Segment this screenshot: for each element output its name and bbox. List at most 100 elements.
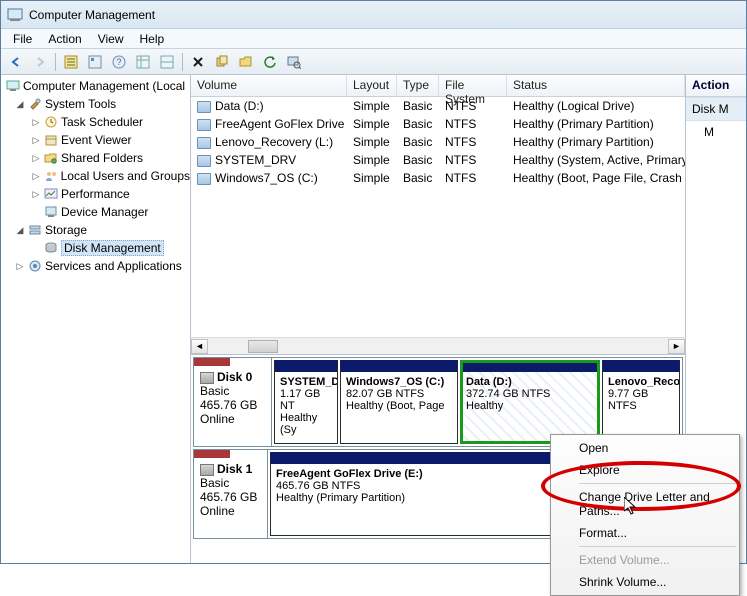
tree-storage[interactable]: ◢ Storage — [1, 221, 190, 239]
tree-device-manager[interactable]: ▷ Device Manager — [1, 203, 190, 221]
collapse-icon[interactable]: ◢ — [15, 99, 25, 110]
tree-system-tools[interactable]: ◢ System Tools — [1, 95, 190, 113]
view-button-1[interactable] — [132, 51, 154, 73]
disk-icon — [200, 464, 214, 476]
partition-status: Healthy (Boot, Page — [346, 400, 452, 412]
partition-size: 82.07 GB NTFS — [346, 388, 452, 400]
scroll-right-button[interactable]: ► — [668, 339, 685, 354]
clock-icon — [43, 114, 59, 130]
volume-name: Lenovo_Recovery (L:) — [215, 135, 333, 149]
partition-size: 1.17 GB NT — [280, 388, 332, 412]
scroll-track[interactable] — [208, 339, 668, 354]
ctx-open[interactable]: Open — [553, 437, 737, 459]
volume-layout: Simple — [347, 99, 397, 113]
volume-row[interactable]: FreeAgent GoFlex Drive (E:)SimpleBasicNT… — [191, 115, 685, 133]
tree-task-scheduler[interactable]: ▷ Task Scheduler — [1, 113, 190, 131]
expand-icon[interactable]: ▷ — [31, 189, 41, 200]
volume-status: Healthy (System, Active, Primary Partit — [507, 153, 685, 167]
volume-icon — [197, 137, 211, 149]
expand-icon[interactable]: ▷ — [15, 261, 25, 272]
delete-button[interactable] — [187, 51, 209, 73]
partition[interactable]: SYSTEM_D1.17 GB NTHealthy (Sy — [274, 360, 338, 444]
titlebar: Computer Management — [1, 1, 746, 29]
actions-item-more[interactable]: M — [686, 121, 746, 143]
disk-info[interactable]: Disk 1Basic465.76 GBOnline — [194, 450, 268, 538]
col-fs[interactable]: File System — [439, 75, 507, 96]
ctx-change-letter[interactable]: Change Drive Letter and Paths... — [553, 486, 737, 522]
device-icon — [43, 204, 59, 220]
volume-row[interactable]: Lenovo_Recovery (L:)SimpleBasicNTFSHealt… — [191, 133, 685, 151]
volume-row[interactable]: Windows7_OS (C:)SimpleBasicNTFSHealthy (… — [191, 169, 685, 187]
volume-type: Basic — [397, 135, 439, 149]
partitions: SYSTEM_D1.17 GB NTHealthy (SyWindows7_OS… — [272, 358, 682, 446]
back-button[interactable] — [5, 51, 27, 73]
volume-status: Healthy (Boot, Page File, Crash Dump, — [507, 171, 685, 185]
disk-state: Online — [200, 504, 261, 518]
tree-local-users[interactable]: ▷ Local Users and Groups — [1, 167, 190, 185]
partition[interactable]: Windows7_OS (C:)82.07 GB NTFSHealthy (Bo… — [340, 360, 458, 444]
expand-icon[interactable]: ▷ — [31, 117, 41, 128]
list-header: Volume Layout Type File System Status — [191, 75, 685, 97]
expand-icon[interactable]: ▷ — [31, 171, 41, 182]
disk-icon — [43, 240, 59, 256]
nav-tree[interactable]: Computer Management (Local ◢ System Tool… — [1, 75, 191, 563]
properties-button[interactable] — [84, 51, 106, 73]
volume-type: Basic — [397, 117, 439, 131]
horizontal-scrollbar[interactable]: ◄ ► — [191, 337, 685, 354]
partition-name: Windows7_OS (C:) — [346, 376, 452, 388]
refresh-button[interactable] — [259, 51, 281, 73]
tree-services[interactable]: ▷ Services and Applications — [1, 257, 190, 275]
tree-performance[interactable]: ▷ Performance — [1, 185, 190, 203]
ctx-explore[interactable]: Explore — [553, 459, 737, 481]
show-hide-tree-button[interactable] — [60, 51, 82, 73]
disk-size: 465.76 GB — [200, 398, 265, 412]
col-type[interactable]: Type — [397, 75, 439, 96]
volume-icon — [197, 119, 211, 131]
disk-label: Disk 0 — [217, 370, 252, 384]
expand-icon[interactable]: ▷ — [31, 153, 41, 164]
performance-icon — [43, 186, 59, 202]
volume-list[interactable]: Volume Layout Type File System Status Da… — [191, 75, 685, 355]
volume-fs: NTFS — [439, 135, 507, 149]
disk-info[interactable]: Disk 0Basic465.76 GBOnline — [194, 358, 272, 446]
partition-status: Healthy (Sy — [280, 412, 332, 436]
ctx-format[interactable]: Format... — [553, 522, 737, 544]
volume-fs: NTFS — [439, 117, 507, 131]
menu-file[interactable]: File — [5, 30, 40, 48]
ctx-separator — [579, 483, 736, 484]
tree-shared-folders[interactable]: ▷ Shared Folders — [1, 149, 190, 167]
tree-root[interactable]: Computer Management (Local — [1, 77, 190, 95]
col-layout[interactable]: Layout — [347, 75, 397, 96]
scroll-thumb[interactable] — [248, 340, 278, 353]
services-icon — [27, 258, 43, 274]
ctx-shrink[interactable]: Shrink Volume... — [553, 571, 737, 593]
expand-icon[interactable]: ▷ — [31, 135, 41, 146]
disk-size: 465.76 GB — [200, 490, 261, 504]
volume-icon — [197, 101, 211, 113]
actions-item-disk[interactable]: Disk M — [686, 97, 746, 121]
tree-event-viewer[interactable]: ▷ Event Viewer — [1, 131, 190, 149]
menu-action[interactable]: Action — [40, 30, 89, 48]
help-button[interactable]: ? — [108, 51, 130, 73]
scroll-left-button[interactable]: ◄ — [191, 339, 208, 354]
open-button[interactable] — [235, 51, 257, 73]
volume-fs: NTFS — [439, 153, 507, 167]
col-status[interactable]: Status — [507, 75, 685, 96]
disk-state: Online — [200, 412, 265, 426]
toolbar: ? — [1, 49, 746, 75]
partition[interactable]: Data (D:)372.74 GB NTFSHealthy — [460, 360, 600, 444]
col-volume[interactable]: Volume — [191, 75, 347, 96]
collapse-icon[interactable]: ◢ — [15, 225, 25, 236]
forward-button[interactable] — [29, 51, 51, 73]
volume-row[interactable]: Data (D:)SimpleBasicNTFSHealthy (Logical… — [191, 97, 685, 115]
volume-row[interactable]: SYSTEM_DRVSimpleBasicNTFSHealthy (System… — [191, 151, 685, 169]
tree-disk-management[interactable]: ▷ Disk Management — [1, 239, 190, 257]
volume-type: Basic — [397, 171, 439, 185]
partition[interactable]: Lenovo_Recove9.77 GB NTFS — [602, 360, 680, 444]
settings-button[interactable] — [211, 51, 233, 73]
find-button[interactable] — [283, 51, 305, 73]
view-button-2[interactable] — [156, 51, 178, 73]
menu-view[interactable]: View — [90, 30, 132, 48]
disk-type: Basic — [200, 384, 265, 398]
menu-help[interactable]: Help — [132, 30, 173, 48]
